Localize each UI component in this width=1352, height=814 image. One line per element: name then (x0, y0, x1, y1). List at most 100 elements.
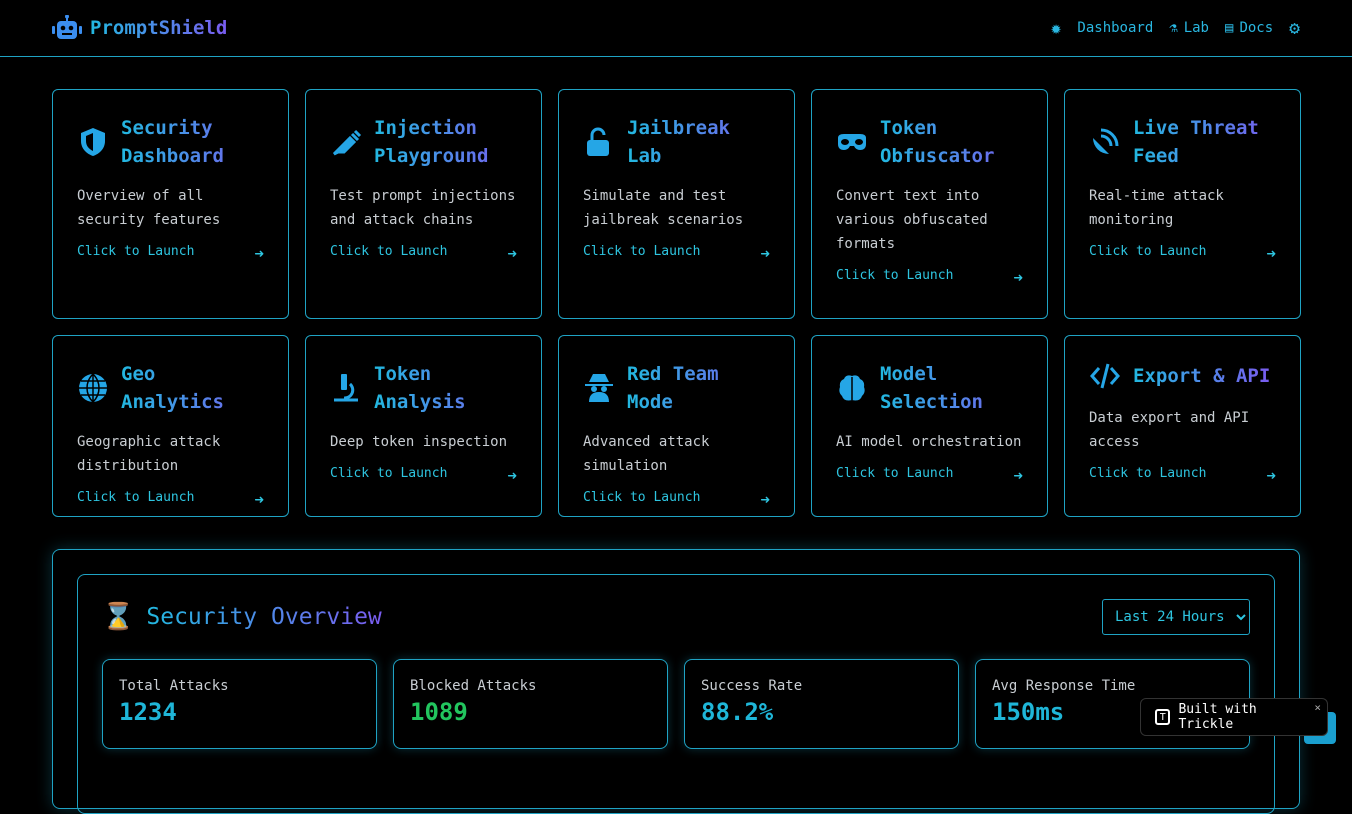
microscope-icon (330, 372, 362, 404)
launch-link[interactable]: Click to Launch ➜ (836, 268, 1023, 287)
launch-link[interactable]: Click to Launch ➜ (836, 466, 1023, 485)
launch-link[interactable]: Click to Launch ➜ (1089, 244, 1276, 263)
nav-label: Docs (1239, 20, 1274, 36)
arrow-right-icon: ➜ (1013, 466, 1023, 485)
card-description: Deep token inspection (330, 434, 508, 450)
trickle-logo-icon: T (1155, 709, 1171, 725)
mask-icon (836, 126, 868, 158)
stat-label: Success Rate (701, 678, 803, 694)
launch-label: Click to Launch (836, 466, 954, 481)
brand-logo[interactable]: PromptShield (52, 15, 227, 41)
card-description: Data export and API access (1089, 410, 1250, 450)
stat-card: Blocked Attacks 1089 (393, 659, 668, 749)
theme-toggle-icon[interactable]: ✹ (1051, 18, 1062, 39)
stat-card: Total Attacks 1234 (102, 659, 377, 749)
feature-card-geo-analytics[interactable]: Geo Analytics Geographic attack distribu… (52, 335, 289, 517)
arrow-right-icon: ➜ (1266, 466, 1276, 485)
top-bar: PromptShield ✹ Dashboard ⚗ Lab ▤ Docs ⚙ (0, 0, 1352, 57)
flask-icon: ⚗ (1169, 20, 1178, 36)
settings-gear-icon[interactable]: ⚙ (1289, 18, 1300, 39)
card-title: Live Threat Feed (1133, 114, 1276, 170)
launch-label: Click to Launch (77, 244, 195, 259)
launch-label: Click to Launch (836, 268, 954, 283)
feature-card-red-team-mode[interactable]: Red Team Mode Advanced attack simulation… (558, 335, 795, 517)
stat-label: Blocked Attacks (410, 678, 537, 694)
card-title: Token Analysis (374, 360, 517, 416)
arrow-right-icon: ➜ (1266, 244, 1276, 263)
feature-card-injection-playground[interactable]: Injection Playground Test prompt injecti… (305, 89, 542, 319)
unlock-icon (583, 126, 615, 158)
feature-card-export-api[interactable]: Export & API Data export and API access … (1064, 335, 1301, 517)
card-title: Red Team Mode (627, 360, 770, 416)
feature-card-token-obfuscator[interactable]: Token Obfuscator Convert text into vario… (811, 89, 1048, 319)
launch-label: Click to Launch (77, 490, 195, 505)
arrow-right-icon: ➜ (254, 244, 264, 263)
spy-icon (583, 372, 615, 404)
trickle-badge[interactable]: T Built with Trickle × (1140, 698, 1328, 736)
launch-label: Click to Launch (583, 244, 701, 259)
card-description: Geographic attack distribution (77, 434, 221, 474)
card-description: Advanced attack simulation (583, 434, 710, 474)
launch-link[interactable]: Click to Launch ➜ (583, 244, 770, 263)
launch-link[interactable]: Click to Launch ➜ (583, 490, 770, 509)
badge-close-button[interactable]: × (1314, 701, 1321, 714)
card-title: Injection Playground (374, 114, 517, 170)
arrow-right-icon: ➜ (760, 244, 770, 263)
stat-value: 1089 (410, 698, 468, 726)
arrow-right-icon: ➜ (1013, 268, 1023, 287)
satellite-icon (1089, 126, 1121, 158)
feature-card-live-threat-feed[interactable]: Live Threat Feed Real-time attack monito… (1064, 89, 1301, 319)
time-range-select[interactable]: Last 24 Hours (1102, 599, 1250, 635)
book-icon: ▤ (1225, 20, 1234, 36)
brand-name: PromptShield (90, 17, 228, 39)
launch-link[interactable]: Click to Launch ➜ (1089, 466, 1276, 485)
launch-link[interactable]: Click to Launch ➜ (77, 490, 264, 509)
card-description: AI model orchestration (836, 434, 1022, 450)
arrow-right-icon: ➜ (254, 490, 264, 509)
nav-dashboard[interactable]: Dashboard (1077, 20, 1153, 36)
code-icon (1089, 360, 1121, 392)
card-title: Security Dashboard (121, 114, 264, 170)
stat-label: Total Attacks (119, 678, 229, 694)
badge-label: Built with Trickle (1178, 702, 1257, 732)
overview-title: Security Overview (146, 604, 382, 630)
nav-label: Lab (1183, 20, 1209, 36)
card-description: Simulate and test jailbreak scenarios (583, 188, 744, 228)
card-title: Jailbreak Lab (627, 114, 770, 170)
stat-value: 1234 (119, 698, 177, 726)
launch-label: Click to Launch (1089, 244, 1207, 259)
launch-label: Click to Launch (1089, 466, 1207, 481)
nav-label: Dashboard (1077, 20, 1154, 36)
feature-card-token-analysis[interactable]: Token Analysis Deep token inspection Cli… (305, 335, 542, 517)
launch-label: Click to Launch (330, 466, 448, 481)
card-title: Model Selection (880, 360, 1023, 416)
feature-card-security-dashboard[interactable]: Security Dashboard Overview of all secur… (52, 89, 289, 319)
card-title: Export & API (1133, 362, 1270, 390)
shield-icon (77, 126, 109, 158)
launch-label: Click to Launch (330, 244, 448, 259)
security-overview-panel: ⌛ Security Overview Last 24 Hours Total A… (52, 549, 1300, 814)
launch-link[interactable]: Click to Launch ➜ (330, 244, 517, 263)
stat-value: 88.2% (701, 698, 774, 726)
arrow-right-icon: ➜ (507, 244, 517, 263)
stat-label: Avg Response Time (992, 678, 1136, 694)
syringe-icon (330, 126, 362, 158)
card-description: Test prompt injections and attack chains (330, 188, 516, 228)
nav: ✹ Dashboard ⚗ Lab ▤ Docs ⚙ (1051, 18, 1300, 39)
card-title: Geo Analytics (121, 360, 264, 416)
launch-link[interactable]: Click to Launch ➜ (330, 466, 517, 485)
card-description: Real-time attack monitoring (1089, 188, 1224, 228)
feature-card-jailbreak-lab[interactable]: Jailbreak Lab Simulate and test jailbrea… (558, 89, 795, 319)
hourglass-icon: ⌛ (102, 602, 135, 632)
arrow-right-icon: ➜ (760, 490, 770, 509)
launch-link[interactable]: Click to Launch ➜ (77, 244, 264, 263)
nav-docs[interactable]: ▤ Docs (1225, 20, 1273, 36)
brain-icon (836, 372, 868, 404)
feature-grid: Security Dashboard Overview of all secur… (52, 89, 1301, 517)
globe-icon (77, 372, 109, 404)
card-description: Overview of all security features (77, 188, 221, 228)
arrow-right-icon: ➜ (507, 466, 517, 485)
nav-lab[interactable]: ⚗ Lab (1169, 20, 1209, 36)
feature-card-model-selection[interactable]: Model Selection AI model orchestration C… (811, 335, 1048, 517)
stat-card: Success Rate 88.2% (684, 659, 959, 749)
